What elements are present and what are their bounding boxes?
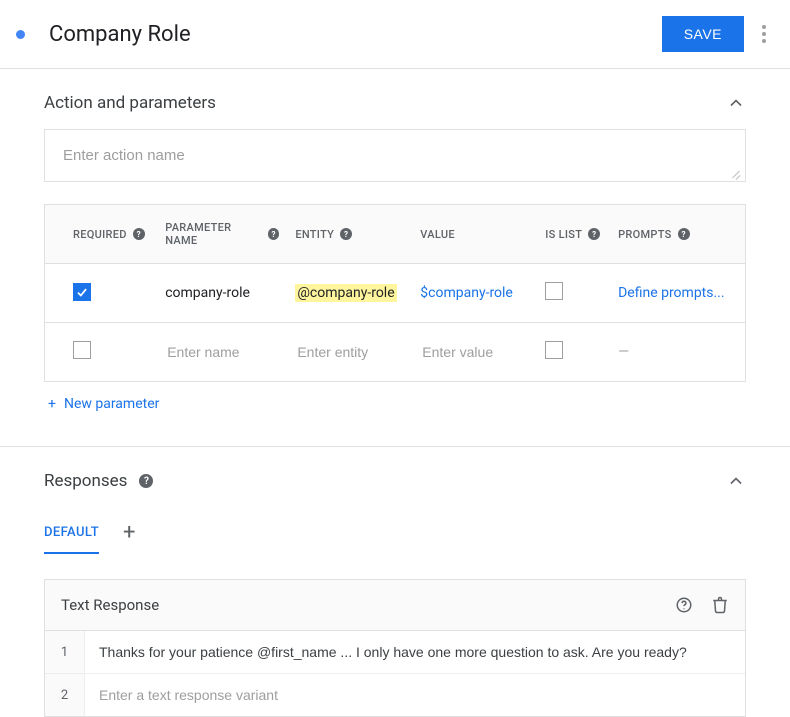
required-checkbox[interactable]	[73, 283, 91, 301]
trash-icon[interactable]	[711, 596, 729, 614]
islist-checkbox[interactable]	[545, 341, 563, 359]
col-entity-label: ENTITY	[295, 228, 334, 241]
chevron-up-icon[interactable]	[726, 93, 746, 113]
text-response-title: Text Response	[61, 596, 159, 614]
col-parameter-name-label: PARAMETER NAME	[165, 221, 262, 247]
row-number: 1	[45, 631, 85, 673]
prompts-empty: —	[618, 344, 629, 360]
new-parameter-button[interactable]: + New parameter	[44, 382, 746, 416]
help-icon[interactable]: ?	[588, 228, 600, 240]
islist-checkbox[interactable]	[545, 282, 563, 300]
help-icon[interactable]: ?	[340, 228, 352, 240]
response-row: 1	[45, 631, 745, 674]
help-circle-icon[interactable]	[675, 596, 693, 614]
parameter-name-input[interactable]	[165, 343, 279, 361]
more-menu-icon[interactable]	[762, 25, 766, 43]
action-params-title: Action and parameters	[44, 93, 216, 113]
row-number: 2	[45, 674, 85, 716]
text-response-block: Text Response 1 2	[44, 579, 746, 717]
define-prompts-link[interactable]: Define prompts...	[618, 285, 724, 301]
value-cell[interactable]: $company-role	[420, 285, 513, 301]
col-prompts-label: PROMPTS	[618, 228, 672, 241]
parameter-name-value[interactable]: company-role	[165, 285, 250, 301]
table-row: company-role @company-role $company-role…	[45, 264, 746, 323]
help-icon[interactable]: ?	[133, 228, 145, 240]
value-input[interactable]	[420, 343, 529, 361]
resize-grip-icon[interactable]	[731, 168, 741, 178]
chevron-up-icon[interactable]	[726, 471, 746, 491]
table-row: —	[45, 323, 746, 382]
add-tab-button[interactable]: +	[123, 522, 135, 548]
help-icon[interactable]: ?	[678, 228, 690, 240]
status-dot-icon	[16, 30, 25, 39]
col-value-label: VALUE	[420, 228, 455, 241]
entity-input[interactable]	[295, 343, 404, 361]
help-icon[interactable]: ?	[139, 474, 153, 488]
required-checkbox[interactable]	[73, 341, 91, 359]
save-button[interactable]: SAVE	[662, 16, 744, 52]
response-row: 2	[45, 674, 745, 716]
col-required-label: REQUIRED	[73, 228, 127, 241]
page-title: Company Role	[49, 22, 662, 47]
response-text-input[interactable]	[97, 643, 733, 661]
col-islist-label: IS LIST	[545, 228, 582, 241]
action-name-input[interactable]	[61, 146, 729, 165]
entity-value[interactable]: @company-role	[295, 284, 396, 302]
parameters-table: REQUIRED? PARAMETER NAME? ENTITY? VALUE …	[44, 204, 746, 382]
response-text-input[interactable]	[97, 686, 733, 704]
plus-icon: +	[48, 396, 56, 412]
tab-default[interactable]: DEFAULT	[44, 515, 99, 554]
responses-title: Responses	[44, 471, 127, 491]
help-icon[interactable]: ?	[268, 228, 279, 240]
